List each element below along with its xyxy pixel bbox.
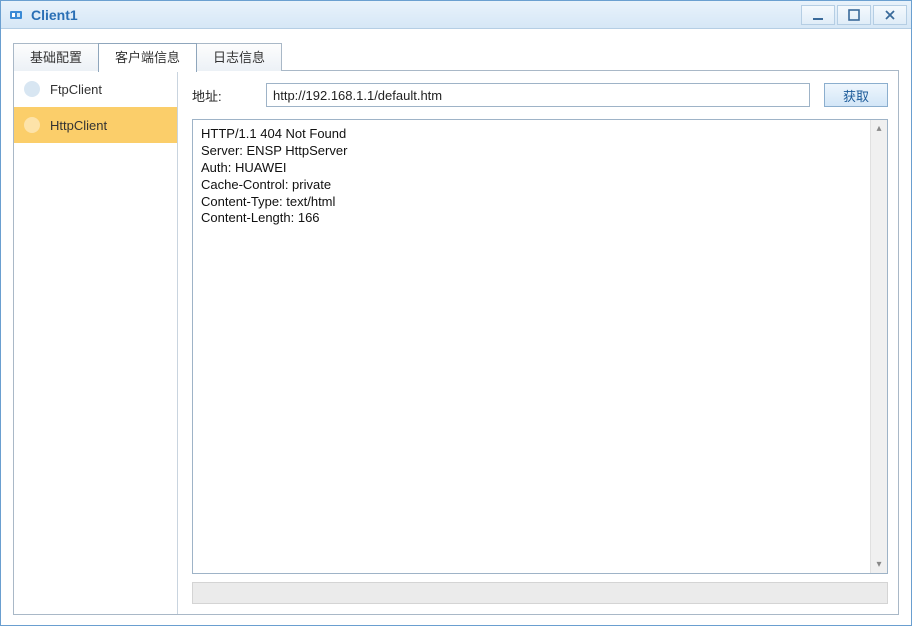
tab-body: FtpClient HttpClient 地址: 获取 HTTP/1.1 404… xyxy=(13,70,899,615)
sidebar-item-label: FtpClient xyxy=(50,82,102,97)
status-strip xyxy=(192,582,888,604)
tab-label: 客户端信息 xyxy=(115,50,180,65)
scroll-down-icon[interactable]: ▾ xyxy=(871,556,887,573)
bullet-icon xyxy=(24,117,40,133)
scroll-up-icon[interactable]: ▴ xyxy=(871,120,887,137)
minimize-button[interactable] xyxy=(801,5,835,25)
address-label: 地址: xyxy=(192,86,252,105)
tab-client-info[interactable]: 客户端信息 xyxy=(98,43,197,72)
tab-label: 基础配置 xyxy=(30,50,82,65)
sidebar: FtpClient HttpClient xyxy=(14,71,178,614)
tab-basic-config[interactable]: 基础配置 xyxy=(13,43,99,71)
close-button[interactable] xyxy=(873,5,907,25)
sidebar-item-label: HttpClient xyxy=(50,118,107,133)
window-title: Client1 xyxy=(31,7,801,23)
tab-underline xyxy=(282,43,899,71)
fetch-button[interactable]: 获取 xyxy=(824,83,888,107)
tab-log-info[interactable]: 日志信息 xyxy=(196,43,282,71)
vertical-scrollbar[interactable]: ▴ ▾ xyxy=(870,120,887,573)
response-box: HTTP/1.1 404 Not Found Server: ENSP Http… xyxy=(192,119,888,574)
maximize-button[interactable] xyxy=(837,5,871,25)
app-window: Client1 基础配置 客户端信息 日志信息 xyxy=(0,0,912,626)
tab-label: 日志信息 xyxy=(213,50,265,65)
main-panel: 地址: 获取 HTTP/1.1 404 Not Found Server: EN… xyxy=(178,71,898,614)
tab-row: 基础配置 客户端信息 日志信息 xyxy=(13,43,899,71)
content-area: 基础配置 客户端信息 日志信息 FtpClient HttpClient xyxy=(1,29,911,625)
window-controls xyxy=(801,5,907,25)
fetch-button-label: 获取 xyxy=(843,86,869,105)
titlebar: Client1 xyxy=(1,1,911,29)
sidebar-item-httpclient[interactable]: HttpClient xyxy=(14,107,177,143)
bullet-icon xyxy=(24,81,40,97)
app-icon xyxy=(7,6,25,24)
address-row: 地址: 获取 xyxy=(192,83,888,107)
sidebar-item-ftpclient[interactable]: FtpClient xyxy=(14,71,177,107)
address-input[interactable] xyxy=(266,83,810,107)
response-text[interactable]: HTTP/1.1 404 Not Found Server: ENSP Http… xyxy=(193,120,870,573)
